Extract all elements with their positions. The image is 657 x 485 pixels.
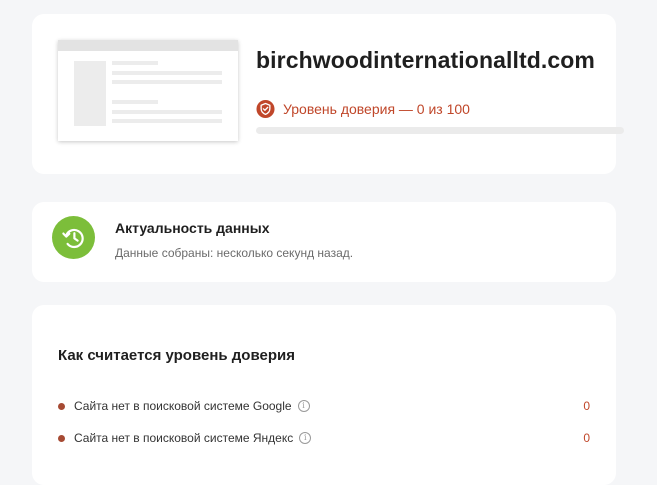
criterion-label: Сайта нет в поисковой системе Яндекс <box>74 431 294 445</box>
trust-level-label: Уровень доверия — 0 из 100 <box>283 101 470 117</box>
site-preview-thumbnail[interactable] <box>58 40 238 141</box>
site-card: birchwoodinternationalltd.com Уровень до… <box>32 14 624 174</box>
trust-progress-bar <box>256 127 624 134</box>
preview-line <box>112 119 222 123</box>
bullet-dot <box>58 402 65 410</box>
criterion-row: Сайта нет в поисковой системе Google i 0 <box>58 397 590 415</box>
preview-line <box>112 80 222 84</box>
freshness-subtitle: Данные собраны: несколько секунд назад. <box>115 246 354 260</box>
bullet-dot <box>58 434 65 442</box>
info-icon[interactable]: i <box>297 400 310 412</box>
criterion-label: Сайта нет в поисковой системе Google <box>74 399 292 413</box>
criterion-score: 0 <box>583 431 590 445</box>
preview-topbar <box>58 40 238 51</box>
data-freshness-card: Актуальность данных Данные собраны: неск… <box>32 202 616 282</box>
preview-sidebar <box>74 61 106 126</box>
preview-line <box>112 110 222 114</box>
shield-check-icon <box>256 99 275 119</box>
preview-line <box>112 100 158 104</box>
preview-line <box>112 71 222 75</box>
preview-line <box>112 61 158 65</box>
clock-history-icon <box>52 216 95 259</box>
domain-title: birchwoodinternationalltd.com <box>256 47 595 73</box>
trust-level: Уровень доверия — 0 из 100 <box>256 99 470 119</box>
criterion-score: 0 <box>583 399 590 413</box>
calculation-title: Как считается уровень доверия <box>58 347 295 364</box>
freshness-title: Актуальность данных <box>115 220 270 236</box>
trust-calculation-card: Как считается уровень доверия Сайта нет … <box>32 305 616 485</box>
info-icon[interactable]: i <box>299 432 312 444</box>
criterion-row: Сайта нет в поисковой системе Яндекс i 0 <box>58 429 590 447</box>
